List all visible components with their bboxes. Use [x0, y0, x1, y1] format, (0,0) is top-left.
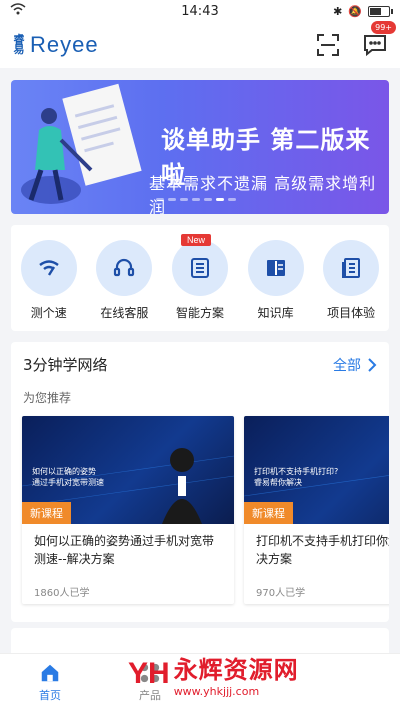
list-doc-icon — [171, 240, 228, 296]
watermark-url: www.yhkjjj.com — [173, 685, 260, 698]
status-bar: 14:43 ✱ 🔕 — [0, 0, 400, 22]
logo-text: Reyee — [30, 32, 99, 57]
banner-pagination — [156, 198, 236, 201]
quick-smart-solution[interactable]: New 智能方案 — [167, 234, 233, 331]
course-learners: 1860人已学 — [34, 588, 90, 599]
promo-banner[interactable]: 谈单助手 第二版来啦 基本需求不遗漏 高级需求增利润 — [11, 80, 389, 214]
logo-mark: 睿易 — [13, 33, 25, 56]
quick-actions: 测个速 在线客服 New 智能方案 知识库 项目体验 — [11, 225, 389, 331]
view-all-link[interactable]: 全部 — [333, 355, 377, 375]
quick-label: 智能方案 — [175, 306, 224, 320]
book-icon — [247, 240, 304, 296]
scan-icon[interactable] — [316, 33, 340, 57]
quick-speed-test[interactable]: 测个速 — [16, 240, 82, 331]
banner-subtitle: 基本需求不遗漏 高级需求增利润 — [149, 174, 377, 214]
thumbnail-caption: 打印机不支持手机打印? 睿易帮你解决 — [254, 467, 339, 487]
new-badge: New — [180, 234, 211, 246]
document-icon — [323, 240, 380, 296]
watermark-logo: YH — [128, 657, 170, 690]
learn-section: 3分钟学网络 全部 为您推荐 如何以正确的姿势 通过手机对宽带测速 新课程 如何… — [11, 342, 389, 622]
message-icon — [364, 35, 386, 57]
course-title: 如何以正确的姿势通过手机对宽带测速--解决方案 — [34, 534, 215, 566]
recommend-label: 为您推荐 — [23, 391, 72, 405]
message-button[interactable]: 99+ — [362, 21, 396, 57]
quick-knowledge-base[interactable]: 知识库 — [243, 240, 309, 331]
tab-home[interactable]: 首页 — [0, 654, 100, 711]
clock: 14:43 — [181, 3, 219, 19]
course-card[interactable]: 打印机不支持手机打印? 睿易帮你解决 新课程 打印机不支持手机打印你解决--解决… — [244, 416, 389, 604]
new-course-tag: 新课程 — [244, 502, 293, 524]
wifi-speed-icon — [20, 240, 77, 296]
quick-label: 项目体验 — [327, 306, 376, 320]
quick-label: 在线客服 — [100, 306, 149, 320]
banner-illustration — [21, 83, 142, 204]
watermark-title: 永辉资源网 — [173, 656, 299, 684]
notification-badge: 99+ — [371, 21, 396, 34]
headset-icon — [96, 240, 153, 296]
thumbnail-caption: 如何以正确的姿势 通过手机对宽带测速 — [32, 467, 104, 487]
tab-label: 首页 — [39, 689, 61, 702]
home-icon — [41, 664, 59, 682]
watermark: YH 永辉资源网 www.yhkjjj.com — [128, 650, 299, 698]
quick-label: 知识库 — [257, 306, 294, 320]
chevron-right-icon — [368, 357, 377, 372]
course-thumbnail: 打印机不支持手机打印? 睿易帮你解决 新课程 — [244, 416, 389, 524]
course-card[interactable]: 如何以正确的姿势 通过手机对宽带测速 新课程 如何以正确的姿势通过手机对宽带测速… — [22, 416, 234, 604]
quick-label: 测个速 — [30, 306, 67, 320]
course-thumbnail: 如何以正确的姿势 通过手机对宽带测速 新课程 — [22, 416, 234, 524]
brand-logo: 睿易 Reyee — [12, 32, 99, 58]
section-title: 3分钟学网络 — [23, 356, 108, 374]
course-title: 打印机不支持手机打印你解决--解决方案 — [256, 534, 389, 566]
new-course-tag: 新课程 — [22, 502, 71, 524]
view-all-label: 全部 — [333, 357, 361, 374]
tab-placeholder[interactable] — [300, 654, 400, 711]
quick-project-experience[interactable]: 项目体验 — [318, 240, 384, 331]
quick-online-service[interactable]: 在线客服 — [91, 240, 157, 331]
app-header: 睿易 Reyee 99+ — [0, 21, 400, 68]
battery-icon — [368, 5, 393, 17]
course-learners: 970人已学 — [256, 588, 306, 599]
